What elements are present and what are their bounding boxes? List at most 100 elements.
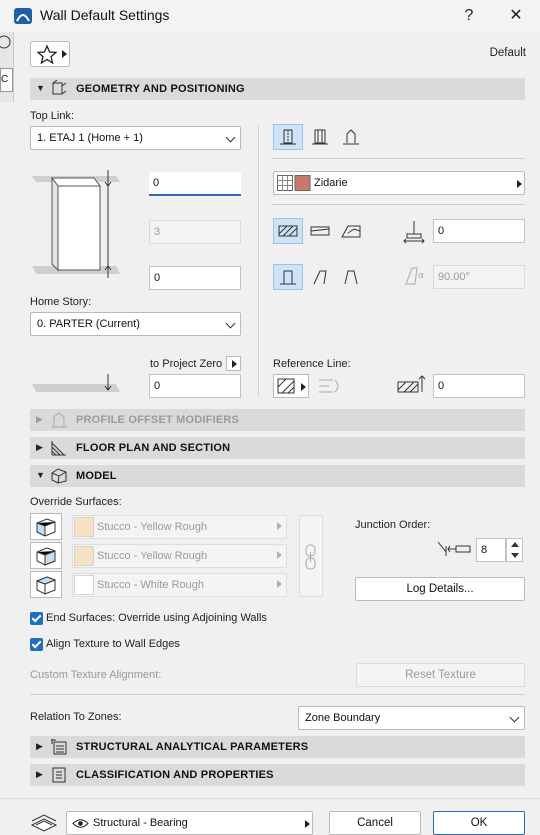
custom-texture-label: Custom Texture Alignment: (30, 669, 162, 681)
double-slanted-geometry-icon (344, 270, 358, 285)
home-story-dropdown[interactable]: 0. PARTER (Current) (30, 312, 241, 336)
geometry-double-slanted-button[interactable] (336, 264, 366, 290)
project-zero-popup-button[interactable] (226, 356, 241, 371)
chevron-down-icon (225, 132, 236, 143)
reference-line-icon (277, 378, 295, 394)
geometry-straight-button[interactable] (273, 264, 303, 290)
help-button[interactable]: ? (451, 4, 487, 28)
collapsed-triangle-icon: ▶ (36, 414, 43, 424)
section-floor-plan-header[interactable]: ▶ FLOOR PLAN AND SECTION (30, 437, 525, 459)
section-profile-header[interactable]: ▶ PROFILE OFFSET MODIFIERS (30, 409, 525, 431)
relation-to-zones-dropdown[interactable]: Zone Boundary (298, 706, 525, 730)
stepper-down-icon[interactable] (511, 553, 519, 558)
junction-order-stepper[interactable] (506, 538, 523, 562)
picker-arrow-icon (301, 383, 306, 391)
expanded-triangle-icon: ▼ (36, 83, 45, 93)
section-model-header[interactable]: ▼ MODEL (30, 465, 525, 487)
trapezoid-wall-icon (312, 129, 328, 145)
stepper-up-icon[interactable] (511, 542, 519, 547)
wall-type-trapezoid-button[interactable] (305, 124, 335, 150)
chain-link-icon (305, 544, 316, 570)
cube-reference-face-icon (36, 517, 56, 537)
favorites-button[interactable] (30, 41, 70, 67)
material-swatch-icon (277, 175, 311, 191)
thickness-input[interactable]: 0 (433, 219, 525, 243)
surface-opposite-side-button[interactable] (30, 571, 62, 598)
slant-angle-input[interactable]: 90.00° (433, 265, 525, 289)
building-material-picker[interactable]: Zidarie (273, 171, 525, 195)
svg-text:α: α (418, 271, 424, 281)
top-link-dropdown[interactable]: 1. ETAJ 1 (Home + 1) (30, 126, 241, 150)
wall-type-straight-button[interactable] (273, 124, 303, 150)
cube-edge-face-icon (36, 546, 56, 566)
top-offset-input[interactable]: 0 (149, 172, 241, 196)
align-texture-checkbox[interactable] (30, 638, 43, 651)
layer-name: Structural - Bearing (93, 817, 188, 829)
surface-edge-button[interactable] (30, 542, 62, 569)
basic-structure-icon (278, 225, 298, 237)
wall-type-polygonal-button[interactable] (336, 124, 366, 150)
section-geometry-title: GEOMETRY AND POSITIONING (76, 83, 245, 95)
log-details-button[interactable]: Log Details... (355, 577, 525, 601)
slanted-geometry-icon (313, 270, 327, 285)
cancel-button[interactable]: Cancel (329, 811, 421, 835)
project-zero-input[interactable]: 0 (149, 374, 241, 398)
divider (272, 204, 525, 205)
structure-basic-button[interactable] (273, 218, 303, 244)
end-surfaces-label: End Surfaces: Override using Adjoining W… (46, 612, 267, 624)
junction-order-label: Junction Order: (355, 519, 431, 531)
end-surfaces-checkbox[interactable] (30, 612, 43, 625)
surface-name: Stucco - Yellow Rough (97, 550, 208, 562)
reference-offset-input[interactable]: 0 (433, 374, 525, 398)
straight-wall-icon (280, 129, 296, 145)
profile-structure-icon (341, 225, 361, 238)
collapsed-triangle-icon: ▶ (36, 769, 43, 779)
surface-name: Stucco - Yellow Rough (97, 521, 208, 533)
section-geometry-header[interactable]: ▼ GEOMETRY AND POSITIONING (30, 78, 525, 100)
chain-surfaces-toggle[interactable] (299, 515, 323, 597)
popup-arrow-icon (232, 360, 237, 368)
align-texture-label: Align Texture to Wall Edges (46, 638, 180, 650)
geometry-icon (52, 80, 67, 95)
close-button[interactable]: ✕ (498, 4, 534, 28)
section-structural-header[interactable]: ▶ STRUCTURAL ANALYTICAL PARAMETERS (30, 736, 525, 758)
layers-icon (30, 814, 58, 832)
section-classification-title: CLASSIFICATION AND PROPERTIES (76, 769, 274, 781)
junction-order-input[interactable]: 8 (476, 538, 506, 562)
chevron-down-icon (225, 318, 236, 329)
default-label: Default (489, 47, 526, 59)
collapsed-triangle-icon: ▶ (36, 442, 43, 452)
slant-angle-icon: α (405, 267, 424, 285)
material-name: Zidarie (314, 177, 348, 189)
surface-reference-side-picker[interactable]: Stucco - Yellow Rough (72, 515, 287, 539)
section-profile-title: PROFILE OFFSET MODIFIERS (76, 414, 240, 426)
reference-line-picker[interactable] (273, 374, 309, 398)
collapsed-triangle-icon: ▶ (36, 741, 43, 751)
bottom-offset-input[interactable]: 0 (149, 266, 241, 290)
floor-plan-icon (51, 441, 66, 456)
polygonal-wall-icon (343, 129, 359, 145)
section-classification-header[interactable]: ▶ CLASSIFICATION AND PROPERTIES (30, 764, 525, 786)
section-structural-title: STRUCTURAL ANALYTICAL PARAMETERS (76, 741, 309, 753)
favorites-arrow-icon (62, 50, 67, 58)
relation-to-zones-value: Zone Boundary (305, 712, 381, 724)
surface-edge-picker[interactable]: Stucco - Yellow Rough (72, 544, 287, 568)
structural-analytical-icon (51, 739, 67, 755)
classification-icon (52, 767, 66, 783)
surface-opposite-side-picker[interactable]: Stucco - White Rough (72, 573, 287, 597)
structure-profile-button[interactable] (336, 218, 366, 244)
layer-picker[interactable]: Structural - Bearing (66, 811, 313, 835)
wall-height-input[interactable]: 3 (149, 220, 241, 244)
ok-button[interactable]: OK (433, 811, 525, 835)
expanded-triangle-icon: ▼ (36, 470, 45, 480)
surface-reference-side-button[interactable] (30, 513, 62, 540)
home-story-value: 0. PARTER (Current) (37, 318, 140, 330)
geometry-slanted-button[interactable] (305, 264, 335, 290)
geometry-column-divider (258, 126, 259, 396)
picker-arrow-icon (517, 180, 522, 188)
picker-arrow-icon (305, 820, 310, 828)
structure-composite-button[interactable] (305, 218, 335, 244)
background-app-strip: C (0, 32, 14, 102)
reset-texture-button[interactable]: Reset Texture (356, 663, 525, 687)
straight-geometry-icon (280, 270, 296, 285)
